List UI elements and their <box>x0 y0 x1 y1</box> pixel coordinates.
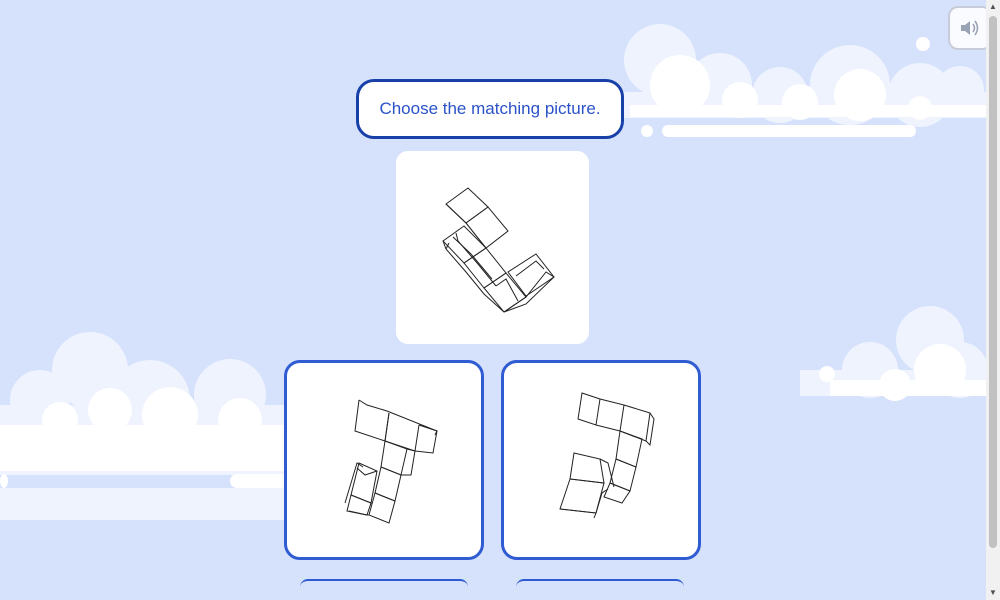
cube-structure-option-a-icon <box>344 399 438 524</box>
vertical-scrollbar[interactable]: ▲ ▼ <box>986 0 1000 600</box>
answer-option-a[interactable] <box>284 360 484 560</box>
answer-option-c-partial[interactable] <box>300 579 468 600</box>
game-scene: Choose the matching picture. <box>0 0 986 600</box>
answer-option-b[interactable] <box>501 360 701 560</box>
prompt-box: Choose the matching picture. <box>356 79 624 139</box>
scroll-thumb[interactable] <box>989 16 997 548</box>
prompt-text: Choose the matching picture. <box>379 99 601 118</box>
scroll-down-arrow-icon[interactable]: ▼ <box>986 586 1000 600</box>
answer-option-d-partial[interactable] <box>516 579 684 600</box>
sound-button[interactable] <box>948 6 986 50</box>
reference-image <box>396 151 589 344</box>
cube-structure-reference-icon <box>442 187 555 313</box>
cube-structure-option-b-icon <box>559 392 655 519</box>
scroll-up-arrow-icon[interactable]: ▲ <box>986 0 1000 14</box>
speaker-icon <box>961 20 979 36</box>
